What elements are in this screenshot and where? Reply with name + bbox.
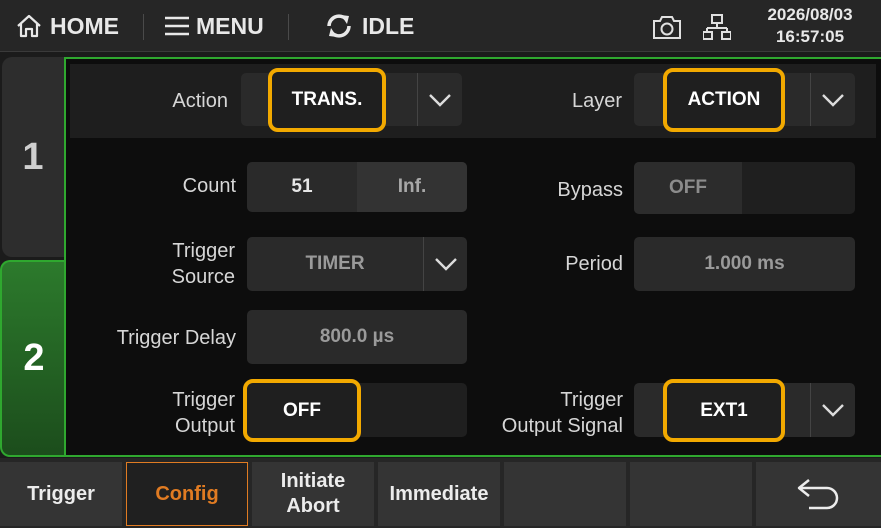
channel-tab-label: 2: [23, 337, 45, 379]
trigger-delay-label: Trigger Delay: [116, 327, 236, 349]
chevron-down-icon: [810, 73, 855, 126]
softkey-empty-1: [504, 462, 626, 526]
chevron-down-icon: [417, 73, 462, 126]
status-label: IDLE: [362, 13, 415, 39]
time-display: 16:57:05: [775, 27, 845, 46]
channel-tab-label: 1: [22, 135, 44, 178]
count-label: Count: [182, 175, 236, 197]
count-inf-option[interactable]: Inf.: [357, 162, 467, 212]
softkey-abort-label: Abort: [286, 495, 340, 517]
home-button[interactable]: HOME: [10, 0, 130, 52]
trigger-output-signal-label-line2: Output Signal: [501, 415, 623, 437]
count-value[interactable]: 51: [247, 162, 357, 212]
softkey-config[interactable]: Config: [126, 462, 248, 526]
channel-tab-2[interactable]: 2: [0, 260, 66, 457]
trigger-source-value: TIMER: [305, 253, 365, 274]
action-label: Action: [172, 90, 228, 112]
trigger-source-dropdown[interactable]: TIMER: [247, 237, 467, 291]
trigger-source-label-line2: Source: [171, 266, 235, 288]
divider: [143, 14, 144, 40]
trigger-delay-field[interactable]: 800.0 µs: [247, 310, 467, 364]
layer-value[interactable]: ACTION: [663, 68, 785, 132]
count-toggle[interactable]: 51 Inf.: [247, 162, 467, 212]
period-field[interactable]: 1.000 ms: [634, 237, 855, 291]
softkey-initiate-abort[interactable]: Initiate Abort: [252, 462, 374, 526]
softkey-initiate-label: Initiate: [280, 470, 346, 492]
softkey-immediate[interactable]: Immediate: [378, 462, 500, 526]
trigger-output-signal-value[interactable]: EXT1: [663, 379, 785, 442]
network-icon[interactable]: [703, 13, 731, 41]
menu-icon: [165, 16, 189, 36]
softkey-trigger[interactable]: Trigger: [0, 462, 122, 526]
bypass-value[interactable]: OFF: [634, 162, 742, 214]
channel-tab-1[interactable]: 1: [2, 57, 64, 257]
back-button[interactable]: [756, 462, 881, 526]
action-value[interactable]: TRANS.: [268, 68, 386, 132]
menu-label: MENU: [196, 13, 264, 39]
back-arrow-icon: [797, 479, 838, 510]
bypass-toggle[interactable]: OFF: [634, 162, 855, 214]
layer-label: Layer: [571, 90, 622, 112]
divider: [288, 14, 289, 40]
period-label: Period: [565, 253, 623, 275]
menu-button[interactable]: MENU: [160, 0, 275, 52]
chevron-down-icon: [810, 383, 855, 437]
trigger-output-label-line2: Output: [174, 415, 235, 437]
home-icon: [17, 14, 41, 38]
run-status[interactable]: IDLE: [320, 0, 430, 52]
trigger-output-signal-label-line1: Trigger: [560, 389, 623, 411]
bypass-label: Bypass: [557, 179, 623, 201]
date-display: 2026/08/03: [767, 5, 853, 24]
home-label: HOME: [50, 13, 119, 39]
chevron-down-icon: [423, 237, 467, 291]
trigger-output-label-line1: Trigger: [172, 389, 235, 411]
camera-icon[interactable]: [652, 14, 682, 40]
trigger-source-label-line1: Trigger: [172, 240, 235, 262]
trigger-output-value[interactable]: OFF: [243, 379, 361, 442]
refresh-icon: [327, 14, 351, 38]
softkey-empty-2: [630, 462, 752, 526]
